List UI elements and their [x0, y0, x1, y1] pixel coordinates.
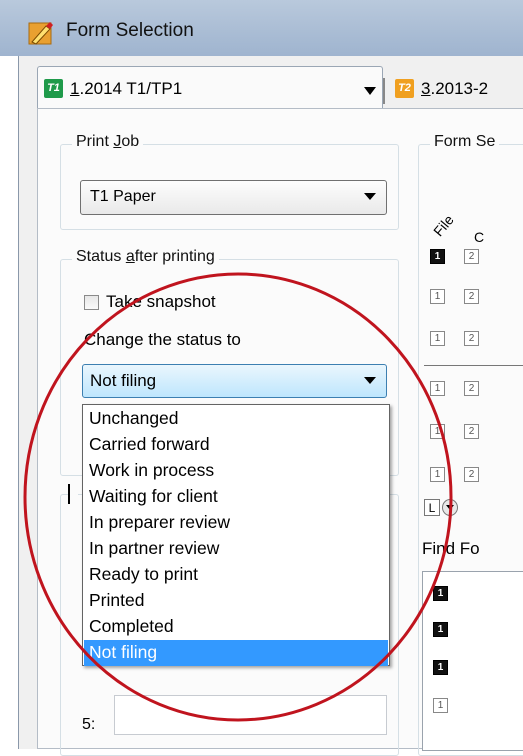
status-dropdown-list[interactable]: Unchanged Carried forward Work in proces…	[82, 404, 390, 666]
status-option-work-in-process[interactable]: Work in process	[84, 458, 388, 484]
chevron-down-icon	[446, 505, 454, 510]
file-flag-2[interactable]: 1	[430, 289, 445, 304]
chevron-down-icon	[364, 193, 376, 200]
print-job-value: T1 Paper	[90, 188, 156, 205]
copy-flag-3[interactable]: 2	[464, 331, 479, 346]
file-flag-6[interactable]: 1	[430, 467, 445, 482]
status-after-printing-legend: Status after printing	[72, 248, 219, 266]
copy-flag-4[interactable]: 2	[464, 381, 479, 396]
status-option-ready-to-print[interactable]: Ready to print	[84, 562, 388, 588]
status-option-in-partner-review[interactable]: In partner review	[84, 536, 388, 562]
find-row-1-flag[interactable]: 1	[433, 586, 448, 601]
tab-divider	[383, 78, 385, 104]
status-option-carried-forward[interactable]: Carried forward	[84, 432, 388, 458]
take-snapshot-label: Take snapshot	[106, 292, 216, 311]
tab-label-rest: .2013-2	[430, 79, 489, 98]
section-divider	[424, 365, 523, 366]
status-option-completed[interactable]: Completed	[84, 614, 388, 640]
filter-dropdown-icon[interactable]	[442, 499, 458, 516]
copy-flag-6[interactable]: 2	[464, 467, 479, 482]
take-snapshot-checkbox[interactable]	[84, 295, 99, 310]
tab-label: 1.2014 T1/TP1	[70, 79, 183, 98]
window-title-bar: Form Selection	[0, 0, 523, 56]
tab-label: 3.2013-2	[421, 79, 489, 98]
tab-label-rest: .2014 T1/TP1	[79, 79, 183, 98]
find-forms-list[interactable]: 1 1 1 1	[422, 571, 523, 751]
chevron-down-icon	[364, 377, 376, 384]
file-flag-3[interactable]: 1	[430, 331, 445, 346]
tab-t1-2014[interactable]: T1 1.2014 T1/TP1	[37, 66, 383, 110]
status-option-printed[interactable]: Printed	[84, 588, 388, 614]
t2-badge-icon: T2	[395, 79, 414, 98]
lower-group-legend	[68, 484, 78, 506]
find-row-3-flag[interactable]: 1	[433, 660, 448, 675]
tab-dropdown-arrow-icon[interactable]	[364, 87, 376, 95]
file-flag-1[interactable]: 1	[430, 249, 445, 264]
file-flag-4[interactable]: 1	[430, 381, 445, 396]
copy-flag-1[interactable]: 2	[464, 249, 479, 264]
filter-letter-box[interactable]: L	[424, 499, 440, 516]
change-status-label: Change the status to	[84, 330, 241, 349]
find-row-2-flag[interactable]: 1	[433, 622, 448, 637]
status-option-not-filing[interactable]: Not filing	[84, 640, 388, 666]
find-row-4-flag[interactable]: 1	[433, 698, 448, 713]
status-option-in-preparer-review[interactable]: In preparer review	[84, 510, 388, 536]
column-header-other: C	[474, 229, 485, 245]
copy-flag-5[interactable]: 2	[464, 424, 479, 439]
tab-t2-2013[interactable]: T2 3.2013-2	[389, 66, 523, 108]
status-option-unchanged[interactable]: Unchanged	[84, 406, 388, 432]
row-5-label: 5:	[82, 716, 96, 733]
app-pencil-icon	[28, 22, 53, 45]
status-option-waiting-for-client[interactable]: Waiting for client	[84, 484, 388, 510]
file-flag-5[interactable]: 1	[430, 424, 445, 439]
change-status-value: Not filing	[90, 371, 157, 390]
print-job-select[interactable]: T1 Paper	[80, 180, 387, 215]
change-status-select[interactable]: Not filing	[82, 364, 387, 398]
copy-flag-2[interactable]: 2	[464, 289, 479, 304]
find-forms-label: Find Fo	[422, 539, 480, 558]
print-job-legend: Print Job	[72, 133, 144, 151]
form-selection-legend: Form Se	[430, 133, 500, 151]
legend-fragment	[68, 484, 70, 504]
tab-strip: T1 1.2014 T1/TP1 T2 3.2013-2	[37, 56, 523, 110]
window-title: Form Selection	[66, 20, 194, 41]
row-5-input[interactable]	[114, 695, 387, 735]
t1-badge-icon: T1	[44, 79, 63, 98]
